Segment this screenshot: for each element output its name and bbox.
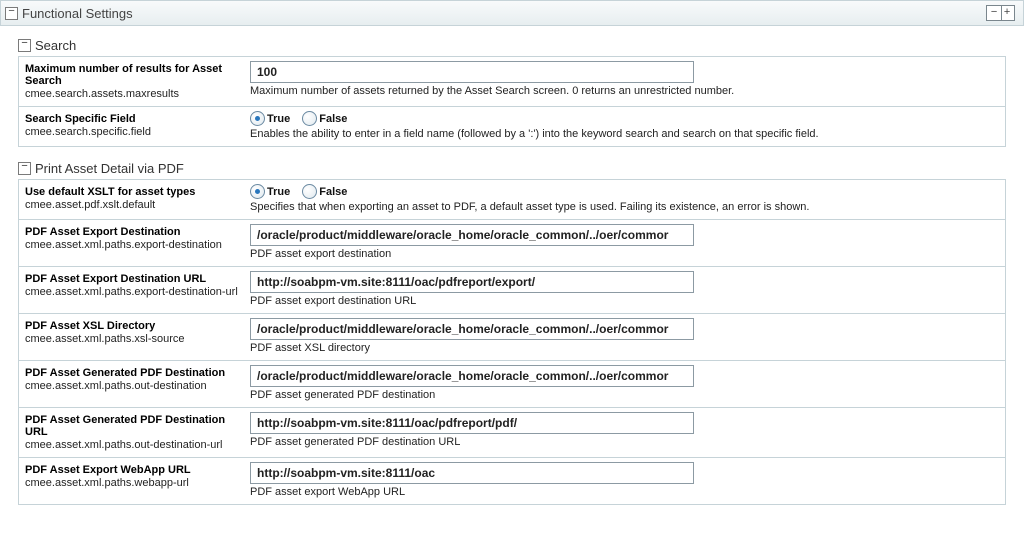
webapp-url-input[interactable]: [250, 462, 694, 484]
search-section-header: Search: [18, 36, 1006, 57]
setting-help: PDF asset XSL directory: [250, 342, 999, 354]
setting-row-specific-field: Search Specific Field cmee.search.specif…: [19, 107, 1005, 146]
radio-true-icon[interactable]: [250, 184, 265, 199]
gen-dest-url-input[interactable]: [250, 412, 694, 434]
panel-controls: − +: [986, 5, 1015, 21]
maxresults-input[interactable]: [250, 61, 694, 83]
setting-help: Enables the ability to enter in a field …: [250, 128, 999, 140]
collapse-all-icon[interactable]: −: [986, 5, 1002, 21]
setting-label: PDF Asset Generated PDF Destination: [25, 367, 250, 379]
radio-true-label: True: [267, 113, 290, 125]
section-title: Search: [35, 38, 76, 53]
setting-help: PDF asset export destination: [250, 248, 999, 260]
setting-key: cmee.search.assets.maxresults: [25, 88, 250, 100]
setting-help: Maximum number of assets returned by the…: [250, 85, 999, 97]
setting-label: PDF Asset Export WebApp URL: [25, 464, 250, 476]
setting-key: cmee.asset.xml.paths.out-destination: [25, 380, 250, 392]
gen-dest-input[interactable]: [250, 365, 694, 387]
pdf-section-header: Print Asset Detail via PDF: [18, 159, 1006, 180]
radio-false-label: False: [319, 186, 347, 198]
setting-label: PDF Asset Generated PDF Destination URL: [25, 414, 250, 438]
functional-settings-header: Functional Settings − +: [0, 0, 1024, 26]
collapse-icon[interactable]: [18, 162, 31, 175]
radio-false-label: False: [319, 113, 347, 125]
setting-help: PDF asset export WebApp URL: [250, 486, 999, 498]
setting-label: Search Specific Field: [25, 113, 250, 125]
setting-key: cmee.asset.xml.paths.xsl-source: [25, 333, 250, 345]
radio-true-icon[interactable]: [250, 111, 265, 126]
xsl-dir-input[interactable]: [250, 318, 694, 340]
radio-true-label: True: [267, 186, 290, 198]
setting-row-export-dest: PDF Asset Export Destination cmee.asset.…: [19, 220, 1005, 267]
setting-help: PDF asset generated PDF destination URL: [250, 436, 999, 448]
setting-label: Maximum number of results for Asset Sear…: [25, 63, 250, 87]
radio-false-icon[interactable]: [302, 111, 317, 126]
export-dest-url-input[interactable]: [250, 271, 694, 293]
radio-false-icon[interactable]: [302, 184, 317, 199]
setting-key: cmee.asset.xml.paths.export-destination: [25, 239, 250, 251]
setting-key: cmee.asset.xml.paths.export-destination-…: [25, 286, 250, 298]
setting-key: cmee.search.specific.field: [25, 126, 250, 138]
section-title: Print Asset Detail via PDF: [35, 161, 184, 176]
setting-row-gen-dest-url: PDF Asset Generated PDF Destination URL …: [19, 408, 1005, 458]
panel-title: Functional Settings: [22, 6, 133, 21]
setting-key: cmee.asset.xml.paths.out-destination-url: [25, 439, 250, 451]
setting-help: PDF asset export destination URL: [250, 295, 999, 307]
setting-row-gen-dest: PDF Asset Generated PDF Destination cmee…: [19, 361, 1005, 408]
setting-row-xsl-dir: PDF Asset XSL Directory cmee.asset.xml.p…: [19, 314, 1005, 361]
setting-help: PDF asset generated PDF destination: [250, 389, 999, 401]
setting-key: cmee.asset.pdf.xslt.default: [25, 199, 250, 211]
setting-row-export-dest-url: PDF Asset Export Destination URL cmee.as…: [19, 267, 1005, 314]
setting-label: PDF Asset Export Destination: [25, 226, 250, 238]
setting-label: Use default XSLT for asset types: [25, 186, 250, 198]
collapse-icon[interactable]: [18, 39, 31, 52]
collapse-icon[interactable]: [5, 7, 18, 20]
setting-row-maxresults: Maximum number of results for Asset Sear…: [19, 57, 1005, 107]
export-dest-input[interactable]: [250, 224, 694, 246]
setting-row-webapp-url: PDF Asset Export WebApp URL cmee.asset.x…: [19, 458, 1005, 504]
setting-row-xslt: Use default XSLT for asset types cmee.as…: [19, 180, 1005, 220]
pdf-settings: Use default XSLT for asset types cmee.as…: [18, 180, 1006, 505]
search-settings: Maximum number of results for Asset Sear…: [18, 57, 1006, 147]
setting-label: PDF Asset XSL Directory: [25, 320, 250, 332]
setting-label: PDF Asset Export Destination URL: [25, 273, 250, 285]
setting-key: cmee.asset.xml.paths.webapp-url: [25, 477, 250, 489]
setting-help: Specifies that when exporting an asset t…: [250, 201, 999, 213]
